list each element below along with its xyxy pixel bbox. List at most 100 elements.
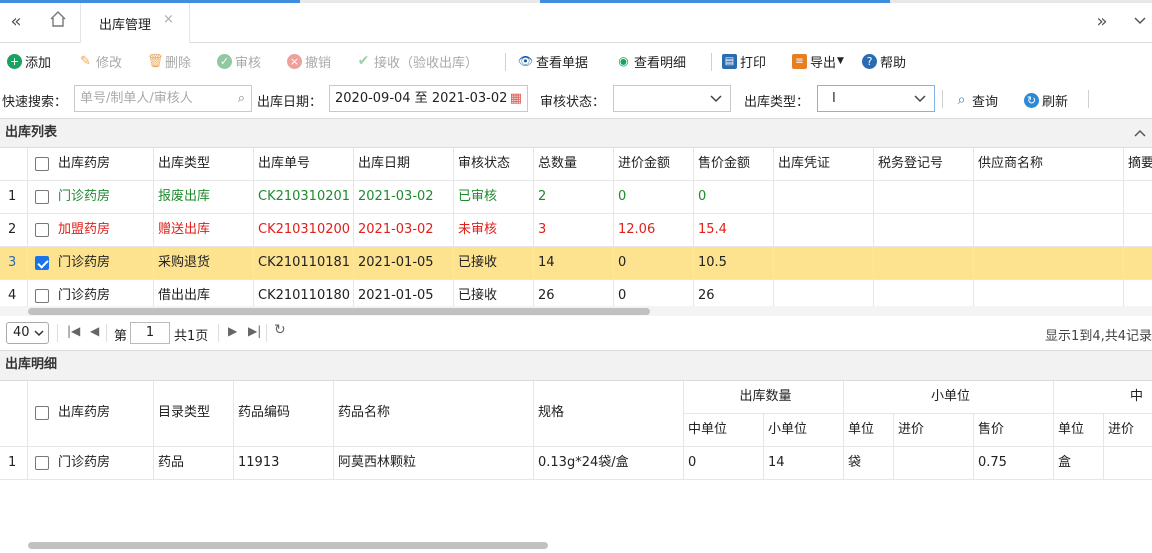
detail-col-unit[interactable]: 单位 [844,414,894,447]
row-checkbox[interactable] [35,223,49,237]
list-col-doc-no[interactable]: 出库单号 [254,148,354,181]
table-row[interactable]: 2 加盟药房 赠送出库 CK210310200 2021-03-02 未审核 3 12.06 1… [0,214,1152,247]
row-checkbox[interactable] [35,190,49,204]
next-page-icon[interactable]: ▶ [228,324,237,338]
scroll-left-icon[interactable]: « [4,10,28,34]
cell-total-qty: 2 [534,181,614,214]
detail-col-mid-qty[interactable]: 中单位 [684,414,764,447]
receive-button[interactable]: ✔ 接收（验收出库） [356,52,478,71]
detail-select-all-checkbox[interactable] [35,406,49,420]
detail-col-spec[interactable]: 规格 [534,381,684,447]
list-col-price-amount[interactable]: 售价金额 [694,148,774,181]
cell-voucher [774,214,874,247]
help-button[interactable]: ? 帮助 [862,52,907,71]
search-icon[interactable]: ⌕ [238,86,245,111]
row-checkbox[interactable] [35,289,49,303]
help-label: 帮助 [880,55,907,71]
view-detail-label: 查看明细 [634,55,687,71]
row-checkbox[interactable] [35,256,49,270]
page-total: 共1页 [174,329,209,344]
last-page-icon[interactable]: ▶| [248,324,261,338]
list-col-tax-no[interactable]: 税务登记号 [874,148,974,181]
prev-page-icon[interactable]: ◀ [90,324,99,338]
toolbar: + 添加 ✎ 修改 🗑 删除 ✓ 审核 × 撤销 ✔ 接收（验收出库） 👁 查看… [0,45,1152,77]
chevron-down-icon[interactable] [1128,10,1152,34]
query-button[interactable]: ⌕ 查询 [954,91,998,110]
detail-col-drug-code[interactable]: 药品编码 [234,381,334,447]
list-col-summary[interactable]: 摘要 [1124,148,1152,181]
page-size-select[interactable]: 40 [6,322,49,344]
page-number-input[interactable]: 1 [130,322,170,344]
list-col-voucher[interactable]: 出库凭证 [774,148,874,181]
list-horizontal-scrollbar[interactable] [0,306,1152,316]
chevron-down-icon [34,323,44,350]
detail-col-catalog-type[interactable]: 目录类型 [154,381,234,447]
table-row[interactable]: 1 门诊药房 报废出库 CK210310201 2021-03-02 已审核 2 0 0 [0,181,1152,214]
list-col-out-date[interactable]: 出库日期 [354,148,454,181]
list-header-rownum [0,148,28,181]
cell-cost-amount: 12.06 [614,214,694,247]
list-col-audit-status[interactable]: 审核状态 [454,148,534,181]
cell-mid-qty: 0 [684,447,764,480]
first-page-icon[interactable]: |◀ [67,324,80,338]
detail-col-cost[interactable]: 进价 [894,414,974,447]
cell-summary [1124,280,1152,308]
row-number: 1 [0,181,28,214]
cell-pharmacy: 门诊药房 [54,247,154,280]
list-select-all-checkbox[interactable] [35,157,49,171]
audit-label: 审核 [235,55,262,71]
detail-col-cost2[interactable]: 进价 [1104,414,1152,447]
detail-group-out-qty: 出库数量 [684,381,844,414]
tab-outbound-management[interactable]: 出库管理 × [80,3,190,43]
pager-divider [106,324,107,342]
detail-col-pharmacy[interactable]: 出库药房 [54,381,154,447]
table-row[interactable]: 4 门诊药房 借出出库 CK210110180 2021-01-05 已接收 26 0 26 [0,280,1152,308]
detail-col-small-qty[interactable]: 小单位 [764,414,844,447]
scrollbar-thumb[interactable] [28,308,650,315]
detail-col-unit2[interactable]: 单位 [1054,414,1104,447]
detail-grid: 出库药房 目录类型 药品编码 药品名称 规格 出库数量 小单位 中 中单位 小单… [0,381,1152,541]
cell-cost-amount: 0 [614,280,694,308]
detail-col-drug-name[interactable]: 药品名称 [334,381,534,447]
table-row[interactable]: 1 门诊药房 药品 11913 阿莫西林颗粒 0.13g*24袋/盒 0 14 … [0,447,1152,480]
home-icon[interactable] [46,10,70,34]
cell-unit: 袋 [844,447,894,480]
scrollbar-thumb[interactable] [28,542,548,549]
date-range-input[interactable]: 2020-09-04 至 2021-03-02 ▦ [329,85,528,112]
audit-status-select[interactable] [613,85,731,112]
export-button[interactable]: ≡ 导出 ▼ [792,52,844,71]
detail-col-price[interactable]: 售价 [974,414,1054,447]
list-col-pharmacy[interactable]: 出库药房 [54,148,154,181]
chevron-down-icon [914,86,926,111]
row-checkbox[interactable] [35,456,49,470]
list-col-supplier[interactable]: 供应商名称 [974,148,1124,181]
cell-supplier [974,247,1124,280]
table-row[interactable]: 3 门诊药房 采购退货 CK210110181 2021-01-05 已接收 14 0 10.5 [0,247,1152,280]
detail-header-rownum [0,381,28,447]
calendar-icon[interactable]: ▦ [510,86,522,111]
refresh-button[interactable]: ↻ 刷新 [1024,91,1068,110]
cell-out-date: 2021-03-02 [354,214,454,247]
print-button[interactable]: ▤ 打印 [722,52,766,71]
cell-summary [1124,181,1152,214]
pager-divider [218,324,219,342]
delete-button[interactable]: 🗑 删除 [147,52,191,71]
date-label: 出库日期： [257,95,323,110]
reload-icon[interactable]: ↻ [274,322,286,338]
detail-horizontal-scrollbar[interactable] [0,540,1152,550]
list-col-out-type[interactable]: 出库类型 [154,148,254,181]
edit-button[interactable]: ✎ 修改 [78,52,122,71]
revoke-button[interactable]: × 撤销 [287,52,331,71]
add-button[interactable]: + 添加 [7,52,51,71]
list-col-cost-amount[interactable]: 进价金额 [614,148,694,181]
cell-audit-status: 已接收 [454,280,534,308]
list-col-total-qty[interactable]: 总数量 [534,148,614,181]
view-doc-button[interactable]: 👁 查看单据 [518,52,588,71]
quick-search-input[interactable]: 单号/制单人/审核人 ⌕ [74,85,252,112]
view-detail-button[interactable]: ◉ 查看明细 [616,52,687,71]
close-icon[interactable]: × [163,12,174,27]
page-prefix: 第 [114,329,128,344]
scroll-right-icon[interactable]: » [1090,10,1114,34]
audit-button[interactable]: ✓ 审核 [217,52,262,71]
out-type-select[interactable]: I [817,85,935,112]
